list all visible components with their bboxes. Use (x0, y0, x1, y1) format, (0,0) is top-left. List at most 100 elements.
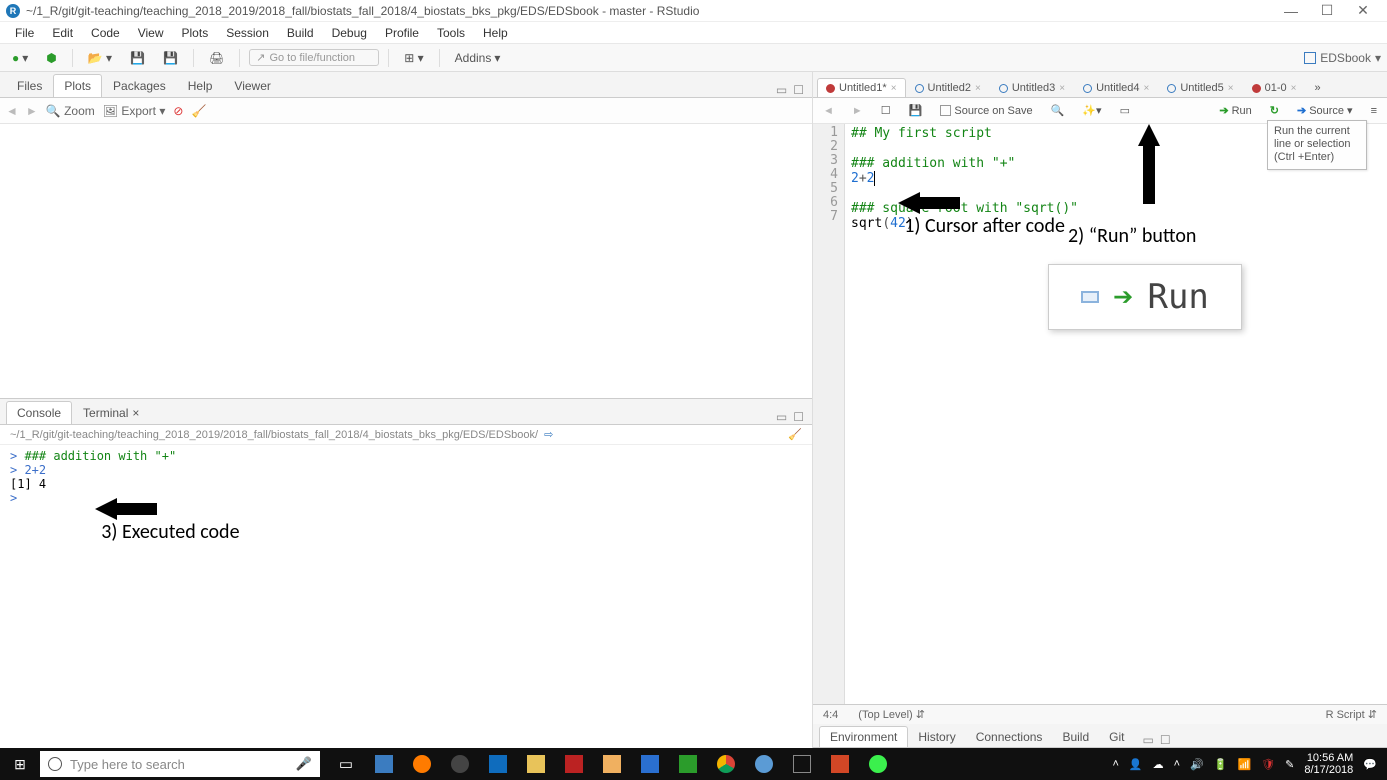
outlook-icon[interactable] (480, 748, 516, 780)
close-button[interactable]: ✕ (1345, 2, 1381, 19)
firefox-icon[interactable] (404, 748, 440, 780)
source-tab[interactable]: 01-0 × (1243, 78, 1306, 97)
plots-back-button[interactable]: ◄ (6, 104, 18, 118)
scope-indicator[interactable]: (Top Level) ⇵ (858, 708, 925, 721)
explorer-icon[interactable] (518, 748, 554, 780)
menu-edit[interactable]: Edit (43, 24, 82, 42)
tab-packages[interactable]: Packages (102, 74, 177, 97)
tray-battery-icon[interactable]: 🔋 (1214, 758, 1228, 771)
source-tab[interactable]: Untitled1* × (817, 78, 906, 97)
menu-view[interactable]: View (129, 24, 173, 42)
tab-plots[interactable]: Plots (53, 74, 102, 97)
addins-menu[interactable]: Addins ▾ (449, 48, 507, 68)
clear-console-button[interactable]: 🧹 (788, 428, 802, 441)
menu-profile[interactable]: Profile (376, 24, 428, 42)
menu-help[interactable]: Help (474, 24, 517, 42)
notifications-icon[interactable]: 💬 (1363, 758, 1377, 771)
tray-security-icon[interactable]: 🛡 (1261, 758, 1275, 771)
source-tab[interactable]: Untitled2 × (906, 78, 990, 97)
tray-chevron-icon[interactable]: ˄ (1112, 758, 1118, 770)
powerpoint-icon[interactable] (822, 748, 858, 780)
app-icon[interactable] (556, 748, 592, 780)
tab-help[interactable]: Help (177, 74, 224, 97)
run-button[interactable]: ➔ Run (1215, 103, 1255, 118)
compile-button[interactable]: ▭ (1116, 103, 1134, 118)
code-editor[interactable]: 1234567 ## My first script ### addition … (813, 124, 1387, 704)
tab-git[interactable]: Git (1099, 727, 1134, 747)
wand-button[interactable]: ✨▾ (1078, 103, 1105, 118)
rerun-button[interactable]: ↻ (1266, 103, 1283, 118)
tab-viewer[interactable]: Viewer (223, 74, 281, 97)
maximize-button[interactable]: ☐ (1309, 2, 1345, 19)
store-icon[interactable] (632, 748, 668, 780)
source-on-save-toggle[interactable]: Source on Save (936, 104, 1036, 118)
app-icon-green[interactable] (670, 748, 706, 780)
menu-file[interactable]: File (6, 24, 43, 42)
console-output[interactable]: > ### addition with "+" > 2+2 [1] 4 > 3)… (0, 445, 812, 748)
source-tabs-more[interactable]: » (1305, 78, 1329, 97)
tray-people-icon[interactable]: 👤 (1129, 758, 1143, 771)
open-button[interactable]: 📂 ▾ (82, 48, 118, 68)
tray-pen-icon[interactable]: ✎ (1285, 758, 1294, 771)
menu-build[interactable]: Build (278, 24, 323, 42)
save-all-button[interactable]: 💾 (157, 48, 184, 68)
tab-console[interactable]: Console (6, 401, 72, 424)
tray-volume-icon[interactable]: 🔊 (1190, 758, 1204, 771)
back-button[interactable]: ◄ (819, 104, 838, 118)
menu-session[interactable]: Session (217, 24, 278, 42)
tray-wifi-icon[interactable]: 📶 (1237, 758, 1251, 771)
app-icon-green2[interactable] (860, 748, 896, 780)
dropbox-icon[interactable] (366, 748, 402, 780)
tab-terminal[interactable]: Terminal × (72, 401, 150, 424)
grid-button[interactable]: ⊞ ▾ (398, 48, 429, 68)
code-text[interactable]: ## My first script ### addition with "+"… (845, 124, 1387, 704)
source-tab[interactable]: Untitled5 × (1158, 78, 1242, 97)
source-tab[interactable]: Untitled4 × (1074, 78, 1158, 97)
task-view-button[interactable]: ▭ (328, 748, 364, 780)
menu-plots[interactable]: Plots (173, 24, 218, 42)
minimize-pane-icon[interactable]: ▭ (776, 83, 787, 97)
file-explorer-icon[interactable] (594, 748, 630, 780)
source-button[interactable]: ➔ Source ▾ (1293, 103, 1357, 118)
minimize-button[interactable]: — (1273, 3, 1309, 19)
tab-files[interactable]: Files (6, 74, 53, 97)
maximize-pane-icon[interactable]: ☐ (793, 83, 804, 97)
zoom-button[interactable]: 🔍 Zoom (46, 104, 95, 118)
menu-debug[interactable]: Debug (323, 24, 376, 42)
taskbar-clock[interactable]: 10:56 AM8/17/2018 (1304, 752, 1353, 776)
tray-cloud-icon[interactable]: ☁ (1153, 758, 1164, 771)
save-button[interactable]: 💾 (905, 103, 927, 118)
tab-environment[interactable]: Environment (819, 726, 908, 747)
new-file-button[interactable]: ● ▾ (6, 48, 34, 68)
goto-file-function[interactable]: ↗Go to file/function (249, 49, 379, 66)
obs-icon[interactable] (442, 748, 478, 780)
plots-forward-button[interactable]: ► (26, 104, 38, 118)
new-project-button[interactable]: ⬢ (40, 48, 62, 68)
clear-plots-button[interactable]: 🧹 (191, 104, 206, 118)
file-type-indicator[interactable]: R Script ⇵ (1326, 708, 1377, 721)
mic-icon[interactable]: 🎤 (296, 756, 312, 772)
find-button[interactable]: 🔍 (1047, 103, 1069, 118)
tab-build[interactable]: Build (1052, 727, 1099, 747)
chrome-icon[interactable] (708, 748, 744, 780)
minimize-pane-icon[interactable]: ▭ (1142, 733, 1153, 747)
save-button[interactable]: 💾 (124, 48, 151, 68)
taskbar-search[interactable]: Type here to search 🎤 (40, 751, 320, 777)
app-icon-ws[interactable] (784, 748, 820, 780)
project-menu[interactable]: EDSbook ▾ (1304, 51, 1381, 65)
print-button[interactable]: 🖨 (203, 48, 230, 68)
outline-button[interactable]: ≡ (1367, 104, 1381, 118)
tray-up-icon[interactable]: ˄ (1174, 758, 1180, 770)
start-button[interactable]: ⊞ (0, 756, 40, 773)
maximize-pane-icon[interactable]: ☐ (793, 410, 804, 424)
source-tab[interactable]: Untitled3 × (990, 78, 1074, 97)
rstudio-taskbar-icon[interactable] (746, 748, 782, 780)
menu-tools[interactable]: Tools (428, 24, 474, 42)
tab-connections[interactable]: Connections (966, 727, 1053, 747)
menu-code[interactable]: Code (82, 24, 129, 42)
export-button[interactable]: 🖼 Export ▾ (103, 104, 166, 118)
minimize-pane-icon[interactable]: ▭ (776, 410, 787, 424)
show-in-new-window-button[interactable]: ☐ (877, 103, 895, 118)
maximize-pane-icon[interactable]: ☐ (1160, 733, 1171, 747)
remove-plot-button[interactable]: ⊘ (173, 104, 183, 118)
